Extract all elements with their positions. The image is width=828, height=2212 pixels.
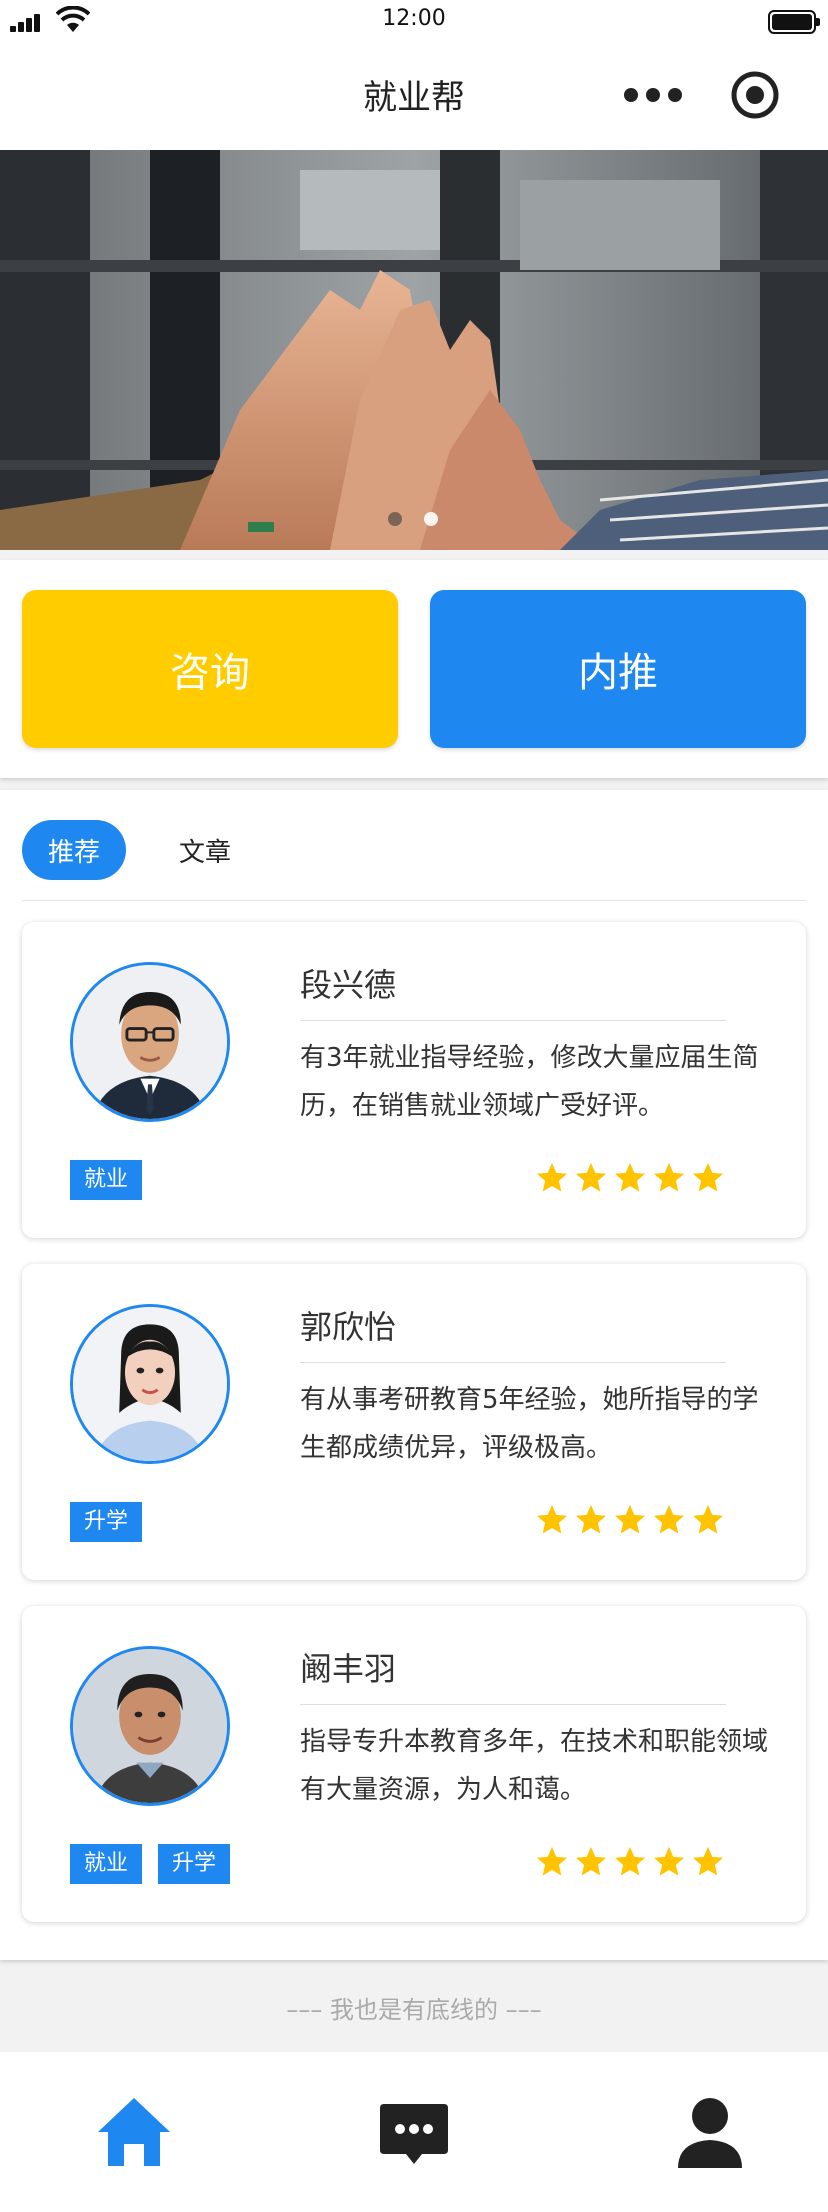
star-icon <box>576 1163 606 1192</box>
target-icon[interactable] <box>730 70 780 120</box>
mentor-description: 有3年就业指导经验，修改大量应届生简历，在销售就业领域广受好评。 <box>300 1043 759 1121</box>
consult-button[interactable]: 咨询 <box>22 590 398 748</box>
carousel-indicator <box>384 512 444 528</box>
banner-image <box>0 150 828 550</box>
user-icon[interactable] <box>670 2092 750 2172</box>
mentor-name: 阚丰羽 <box>300 1650 397 1688</box>
star-rating <box>534 1844 729 1884</box>
app-screen: 12:00 就业帮 咨询 内推 推荐 文章 段兴德 有3年就业指导经验，修改大量… <box>0 0 828 2212</box>
star-icon <box>654 1505 684 1534</box>
avatar <box>70 962 230 1122</box>
star-icon <box>576 1505 606 1534</box>
star-icon <box>654 1163 684 1192</box>
divider <box>300 1704 726 1705</box>
mentor-tags: 就业 升学 <box>70 1844 246 1884</box>
tab-articles-label: 文章 <box>178 837 231 868</box>
star-icon <box>693 1163 723 1192</box>
recommend-section: 推荐 文章 段兴德 有3年就业指导经验，修改大量应届生简历，在销售就业领域广受好… <box>0 790 828 1960</box>
tab-recommend-label: 推荐 <box>47 837 100 868</box>
end-of-list-note: ––– 我也是有底线的 ––– <box>286 1996 542 2024</box>
nav-bar: 就业帮 <box>0 44 828 150</box>
page-title: 就业帮 <box>363 78 465 118</box>
home-icon[interactable] <box>94 2092 174 2172</box>
star-icon <box>537 1163 567 1192</box>
tab-articles[interactable]: 文章 <box>170 820 240 880</box>
star-icon <box>576 1847 606 1876</box>
tab-divider <box>22 900 806 901</box>
consult-button-label: 咨询 <box>170 650 250 696</box>
tag-badge: 升学 <box>158 1844 231 1884</box>
tab-recommend[interactable]: 推荐 <box>22 820 126 880</box>
referral-button-label: 内推 <box>578 650 658 696</box>
action-buttons: 咨询 内推 <box>0 560 828 778</box>
avatar <box>70 1646 230 1806</box>
star-icon <box>615 1847 645 1876</box>
bottom-tab-bar <box>0 2052 828 2212</box>
mentor-card[interactable]: 郭欣怡 有从事考研教育5年经验，她所指导的学生都成绩优异，评级极高。 升学 <box>22 1264 806 1580</box>
carousel-dot-active[interactable] <box>424 512 438 526</box>
battery-icon <box>768 10 820 34</box>
mentor-tags: 就业 <box>70 1160 158 1200</box>
mentor-description: 有从事考研教育5年经验，她所指导的学生都成绩优异，评级极高。 <box>300 1385 759 1463</box>
status-time: 12:00 <box>382 6 446 31</box>
banner-carousel[interactable] <box>0 150 828 550</box>
referral-button[interactable]: 内推 <box>430 590 806 748</box>
star-rating <box>534 1502 729 1542</box>
chat-icon[interactable] <box>374 2092 454 2172</box>
mentor-description: 指导专升本教育多年，在技术和职能领域有大量资源，为人和蔼。 <box>300 1727 769 1805</box>
tag-badge: 就业 <box>70 1160 143 1200</box>
mentor-card[interactable]: 段兴德 有3年就业指导经验，修改大量应届生简历，在销售就业领域广受好评。 就业 <box>22 922 806 1238</box>
star-icon <box>693 1505 723 1534</box>
mentor-name: 段兴德 <box>300 966 397 1004</box>
star-icon <box>693 1847 723 1876</box>
avatar <box>70 1304 230 1464</box>
star-icon <box>537 1505 567 1534</box>
mentor-tags: 升学 <box>70 1502 158 1542</box>
mentor-name: 郭欣怡 <box>300 1308 397 1346</box>
tag-badge: 就业 <box>70 1844 143 1884</box>
star-icon <box>654 1847 684 1876</box>
tag-badge: 升学 <box>70 1502 143 1542</box>
star-icon <box>615 1505 645 1534</box>
more-dots-icon[interactable] <box>624 84 684 106</box>
star-icon <box>615 1163 645 1192</box>
star-icon <box>537 1847 567 1876</box>
divider <box>300 1362 726 1363</box>
mentor-card[interactable]: 阚丰羽 指导专升本教育多年，在技术和职能领域有大量资源，为人和蔼。 就业 升学 <box>22 1606 806 1922</box>
carousel-dot[interactable] <box>388 512 402 526</box>
status-bar: 12:00 <box>0 0 828 44</box>
star-rating <box>534 1160 729 1200</box>
divider <box>300 1020 726 1021</box>
